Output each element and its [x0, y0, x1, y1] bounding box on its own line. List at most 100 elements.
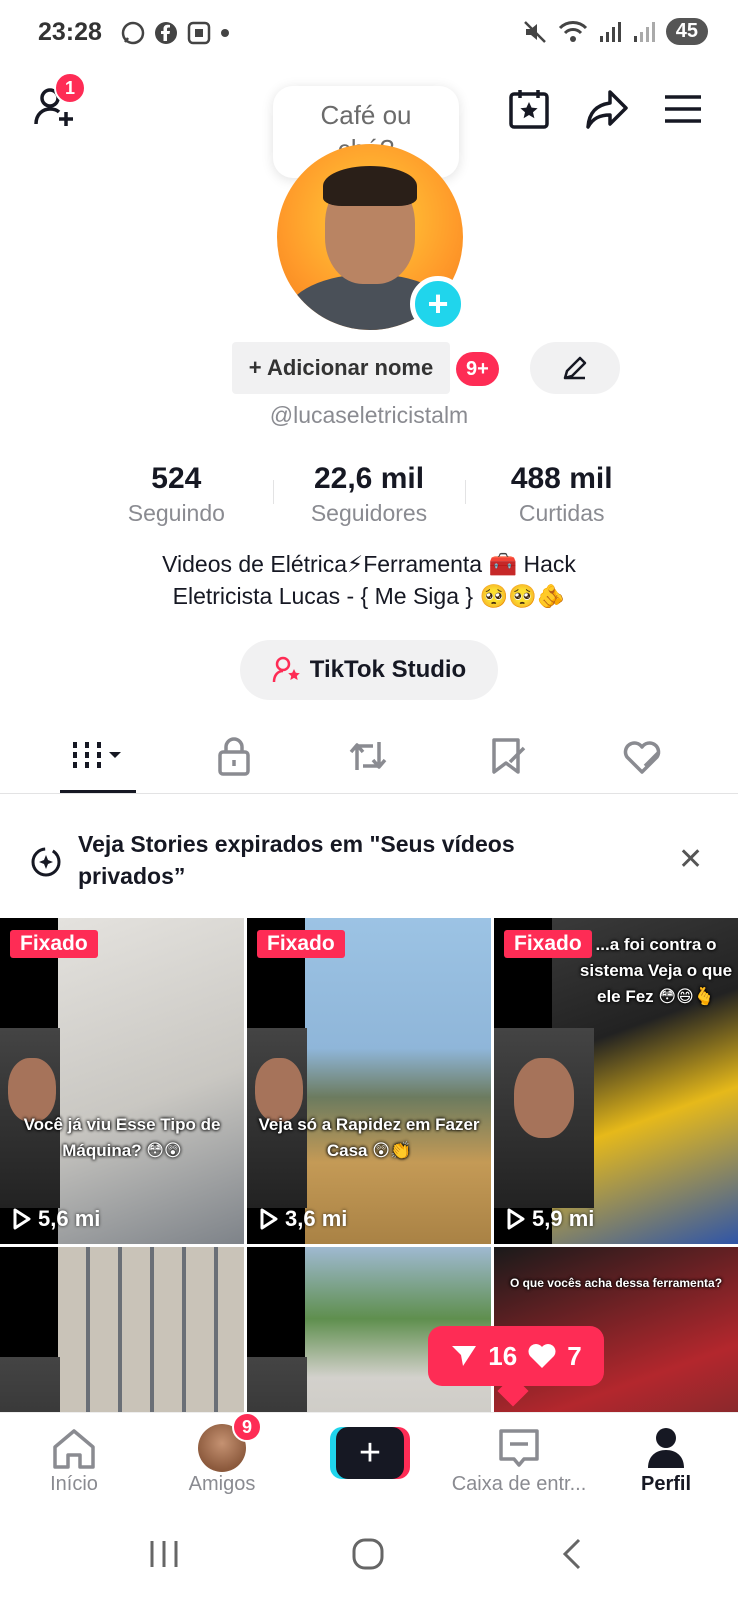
mute-icon — [523, 20, 546, 43]
video-tile[interactable]: Fixado ...a foi contra o sistema Veja o … — [494, 918, 738, 1244]
notification-icons — [120, 20, 230, 46]
status-time: 23:28 — [38, 18, 102, 46]
nav-inbox[interactable]: Caixa de entr... — [446, 1423, 592, 1496]
status-bar: 23:28 45 — [0, 0, 738, 68]
video-caption: O que vocês acha dessa ferramenta? — [509, 1276, 723, 1290]
back-button[interactable] — [542, 1534, 602, 1574]
friend-requests-badge: 1 — [54, 72, 86, 104]
plus-icon: + — [336, 1427, 404, 1479]
create-button[interactable]: + — [330, 1427, 410, 1479]
wifi-icon — [558, 20, 587, 42]
recent-apps-button[interactable] — [134, 1534, 194, 1574]
bookmark-icon — [492, 738, 526, 774]
avatar-hair — [323, 166, 417, 206]
bio-line-1: Videos de Elétrica⚡Ferramenta 🧰 Hack — [162, 551, 576, 577]
add-name-button[interactable]: + Adicionar nome — [232, 342, 450, 394]
video-caption: ...a foi contra o sistema Veja o que ele… — [579, 935, 733, 1006]
stat-value: 488 mil — [510, 462, 613, 495]
calendar-button[interactable] — [506, 86, 552, 132]
liked-heart-icon — [623, 741, 661, 774]
pinned-badge: Fixado — [257, 930, 345, 958]
hamburger-menu-icon — [665, 95, 701, 123]
inbox-icon — [499, 1429, 539, 1467]
view-count-value: 5,6 mi — [38, 1206, 101, 1231]
pencil-icon — [563, 356, 587, 380]
edit-profile-button[interactable] — [530, 342, 620, 394]
calendar-star-icon — [509, 90, 549, 129]
username-handle: @lucaseletricistalm — [269, 402, 469, 428]
tab-saved[interactable] — [470, 732, 546, 780]
video-thumbnail — [305, 918, 491, 1244]
tab-videos[interactable] — [60, 732, 136, 780]
play-icon — [260, 1208, 278, 1230]
stories-banner[interactable]: Veja Stories expirados em "Seus vídeos p… — [0, 822, 738, 898]
view-count: 5,9 mi — [506, 1206, 594, 1232]
shares-count: 16 — [488, 1340, 518, 1371]
view-count: 3,6 mi — [259, 1206, 347, 1232]
stat-divider — [465, 480, 467, 504]
screenshot-icon — [187, 21, 211, 45]
grid-videos-icon — [73, 742, 121, 770]
stat-value: 22,6 mil — [313, 462, 425, 495]
tiktok-studio-label: TikTok Studio — [309, 656, 467, 683]
view-count-value: 5,9 mi — [532, 1206, 595, 1231]
nav-home[interactable]: Início — [4, 1423, 144, 1496]
menu-button[interactable] — [660, 86, 706, 132]
close-icon[interactable]: ✕ — [678, 842, 703, 877]
whatsapp-icon — [121, 21, 145, 45]
stat-likes[interactable]: 488 mil Curtidas — [465, 462, 658, 527]
home-icon — [53, 1429, 95, 1469]
stat-label: Curtidas — [518, 500, 605, 526]
add-friends-button[interactable]: 1 — [30, 72, 86, 132]
system-navigation-bar — [0, 1510, 738, 1600]
tab-private[interactable] — [196, 732, 272, 780]
bottom-navigation: Início 9 Amigos + Caixa de entr... Perfi… — [0, 1412, 738, 1510]
add-story-plus-button[interactable]: + — [410, 276, 466, 332]
likes-count: 7 — [567, 1340, 582, 1371]
video-caption: Você já viu Esse Tipo de Máquina? 😳😲 — [23, 1115, 221, 1160]
friends-avatar: 9 — [198, 1412, 262, 1472]
battery-indicator: 45 — [665, 18, 708, 45]
nav-profile[interactable]: Perfil — [596, 1423, 736, 1496]
video-tile[interactable]: Fixado Você já viu Esse Tipo de Máquina?… — [0, 918, 244, 1244]
heart-icon — [528, 1344, 556, 1368]
tab-liked[interactable] — [604, 732, 680, 780]
selfie-face — [514, 1058, 574, 1138]
stories-icon — [31, 847, 61, 877]
home-circle-icon — [352, 1538, 384, 1570]
tab-reposts[interactable] — [330, 732, 406, 780]
video-caption: Veja só a Rapidez em Fazer Casa 😲👏 — [258, 1115, 480, 1160]
share-arrow-icon — [586, 90, 628, 129]
back-chevron-icon — [562, 1538, 581, 1570]
home-system-button[interactable] — [338, 1534, 398, 1574]
lock-icon — [218, 737, 250, 776]
play-icon — [13, 1208, 31, 1230]
creator-star-icon — [272, 656, 300, 683]
dot-icon — [221, 29, 229, 37]
bio-line-2: Eletricista Lucas - { Me Siga } 🥺🥺🫵 — [172, 583, 566, 609]
profile-tabs — [0, 718, 738, 794]
profile-person-icon — [648, 1428, 684, 1468]
tiktok-studio-button[interactable]: TikTok Studio — [240, 640, 498, 700]
pinned-badge: Fixado — [10, 930, 98, 958]
repost-icon — [349, 742, 387, 770]
video-thumbnail — [58, 918, 244, 1244]
profile-bio: Videos de Elétrica⚡Ferramenta 🧰 Hack Ele… — [0, 548, 738, 612]
stat-label: Seguindo — [127, 500, 225, 526]
active-tab-indicator — [60, 790, 136, 793]
system-icons: 45 — [522, 18, 708, 45]
activity-notification[interactable]: 16 7 — [428, 1326, 604, 1386]
video-tile[interactable]: Fixado Veja só a Rapidez em Fazer Casa 😲… — [247, 918, 491, 1244]
stat-followers[interactable]: 22,6 mil Seguidores — [272, 462, 466, 527]
stat-following[interactable]: 524 Seguindo — [80, 462, 273, 527]
nav-profile-label: Perfil — [640, 1473, 692, 1495]
facebook-icon — [155, 22, 177, 44]
nav-friends[interactable]: 9 Amigos — [152, 1412, 292, 1496]
view-count: 5,6 mi — [12, 1206, 100, 1232]
share-profile-button[interactable] — [582, 86, 632, 132]
play-icon — [507, 1208, 525, 1230]
name-badge: 9+ — [456, 352, 499, 386]
profile-stats: 524 Seguindo 22,6 mil Seguidores 488 mil… — [80, 462, 658, 527]
nav-friends-label: Amigos — [188, 1473, 256, 1495]
stat-label: Seguidores — [310, 500, 428, 526]
